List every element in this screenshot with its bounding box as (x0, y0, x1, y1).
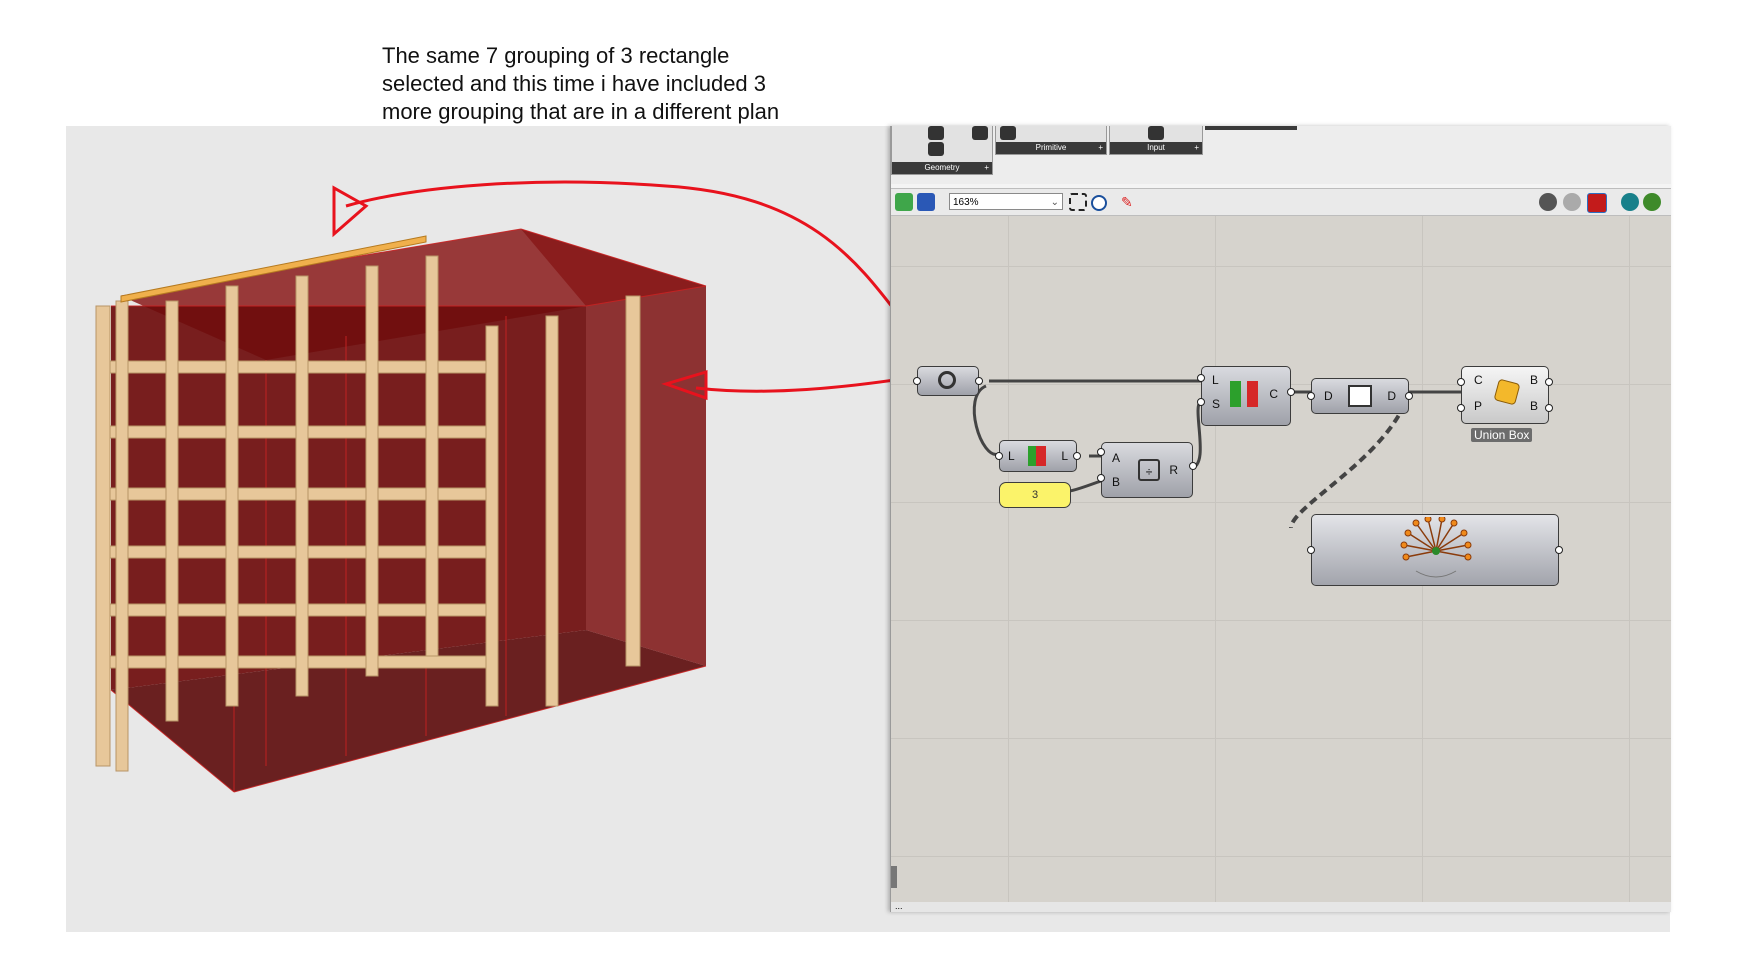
zoom-dropdown[interactable]: 163% ⌄ (949, 193, 1063, 210)
annotation-text: The same 7 grouping of 3 rectangle selec… (382, 42, 862, 126)
expand-icon[interactable]: + (984, 162, 989, 174)
input-grip[interactable] (1457, 404, 1465, 412)
chevron-down-icon: ⌄ (1050, 197, 1059, 208)
union-box-nickname: Union Box (1471, 428, 1533, 442)
primitive-group-label: Primitive + (996, 142, 1106, 154)
ribbon-group-tab[interactable] (1205, 126, 1297, 130)
ribbon: Geometry + Primitive + Input + (891, 126, 1671, 184)
geometry-cache-icon[interactable] (972, 126, 988, 140)
expand-icon[interactable]: + (1194, 142, 1199, 154)
expand-icon[interactable]: + (1098, 142, 1103, 154)
union-box-component[interactable]: C P B B (1461, 366, 1549, 424)
annotation-line-2: selected and this time i have included 3 (382, 71, 767, 96)
list-length-component[interactable]: L L (999, 440, 1077, 472)
flatten-component[interactable]: D D (1311, 378, 1409, 414)
list-length-icon (1028, 446, 1046, 466)
output-grip[interactable] (1405, 392, 1413, 400)
status-bar: ... (891, 902, 1671, 912)
grasshopper-window[interactable]: Geometry + Primitive + Input + 163% ⌄ ✎ … (890, 126, 1671, 912)
preview-wire-icon[interactable] (1563, 193, 1581, 211)
input-grip[interactable] (1097, 448, 1105, 456)
tree-icon (1400, 517, 1472, 578)
geometry-param-icon[interactable] (928, 126, 944, 140)
sketch-icon[interactable]: ✎ (1121, 193, 1139, 211)
preview-off-icon[interactable] (1539, 193, 1557, 211)
output-grip[interactable] (1189, 462, 1197, 470)
partition-list-component[interactable]: L S C (1201, 366, 1291, 426)
number-input[interactable]: 3 (999, 482, 1071, 508)
output-grip[interactable] (1545, 404, 1553, 412)
division-icon: ÷ (1138, 459, 1160, 481)
zoom-extents-icon[interactable] (1069, 193, 1087, 211)
annotation-line-1: The same 7 grouping of 3 rectangle (382, 43, 730, 68)
param-viewer-component[interactable] (1311, 514, 1559, 586)
panel-icon[interactable] (1148, 126, 1164, 140)
text-param-icon[interactable] (1000, 126, 1016, 140)
input-grip[interactable] (1197, 374, 1205, 382)
partition-icon (1230, 381, 1258, 407)
geometry-group-label: Geometry + (892, 162, 992, 174)
geometry-group: Geometry + (891, 126, 993, 175)
save-file-icon[interactable] (917, 193, 935, 211)
input-grip[interactable] (1197, 398, 1205, 406)
input-grip[interactable] (1097, 474, 1105, 482)
input-grip[interactable] (995, 452, 1003, 460)
dice-icon (1493, 378, 1521, 406)
input-grip[interactable] (1307, 546, 1315, 554)
output-grip[interactable] (1545, 378, 1553, 386)
geometry-pipeline-icon[interactable] (928, 142, 944, 156)
input-group: Input + (1109, 126, 1203, 155)
annotation-arrows (332, 180, 923, 401)
division-component[interactable]: A B ÷ R (1101, 442, 1193, 498)
geometry-param-icon (938, 371, 956, 389)
preview-selected-icon[interactable] (1621, 193, 1639, 211)
output-grip[interactable] (975, 377, 983, 385)
output-grip[interactable] (1555, 546, 1563, 554)
scrollbar[interactable] (891, 866, 897, 888)
input-grip[interactable] (1457, 378, 1465, 386)
preview-mesh-icon[interactable] (1643, 193, 1661, 211)
open-file-icon[interactable] (895, 193, 913, 211)
canvas-toolbar: 163% ⌄ ✎ (891, 188, 1671, 216)
input-grip[interactable] (1307, 392, 1315, 400)
annotation-line-3: more grouping that are in a different pl… (382, 99, 780, 124)
flatten-icon (1348, 385, 1372, 407)
input-grip[interactable] (913, 377, 921, 385)
geometry-param[interactable] (917, 366, 979, 396)
primitive-group: Primitive + (995, 126, 1107, 155)
output-grip[interactable] (1073, 452, 1081, 460)
grasshopper-canvas[interactable]: L L 3 A B ÷ R L S C D D C P B B Union Bo… (891, 216, 1671, 902)
input-group-label: Input + (1110, 142, 1202, 154)
preview-shaded-icon[interactable] (1587, 193, 1607, 213)
output-grip[interactable] (1287, 388, 1295, 396)
eye-icon[interactable] (1091, 195, 1107, 211)
